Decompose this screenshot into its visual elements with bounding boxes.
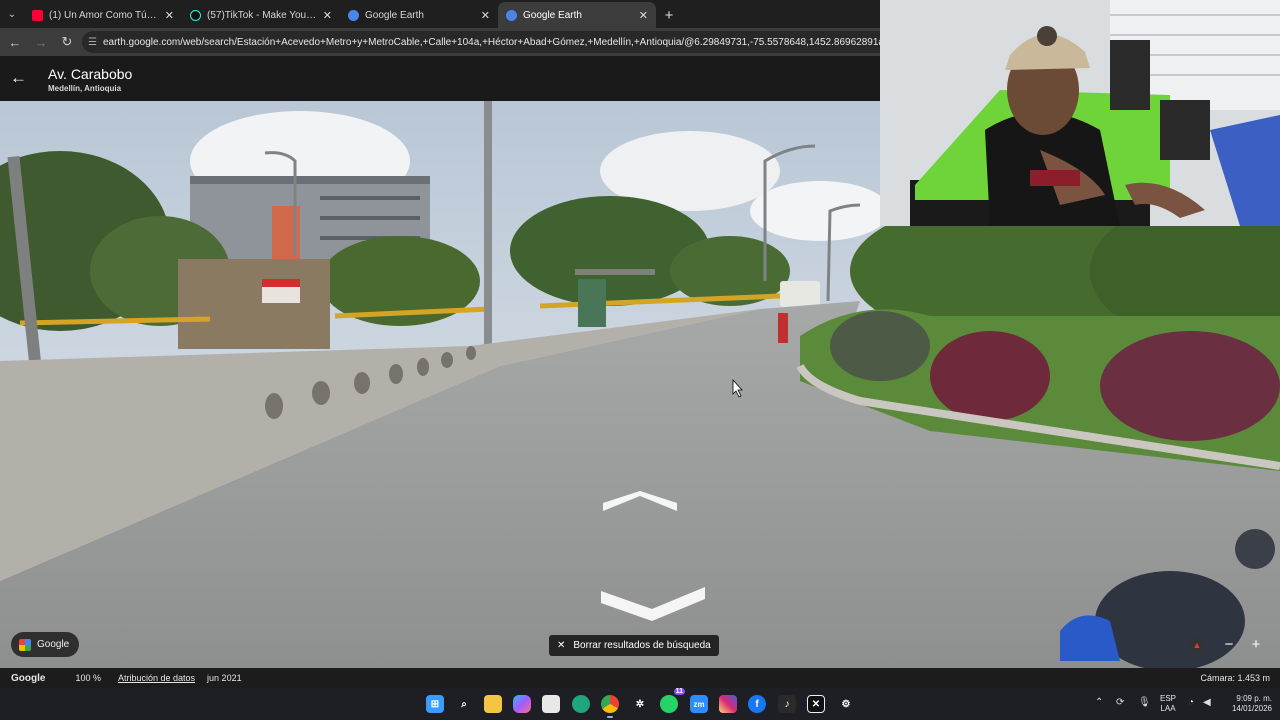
forward-button[interactable]: → <box>30 31 52 53</box>
sync-icon[interactable]: ⟳ <box>1116 697 1124 708</box>
google-chip-label: Google <box>37 639 70 650</box>
browser-tab-active[interactable]: Google Earth ✕ <box>498 2 656 28</box>
back-button[interactable]: ← <box>4 31 26 53</box>
zoom-out-button[interactable]: − <box>1218 636 1240 654</box>
tab-search-icon[interactable]: ⌄ <box>0 0 24 28</box>
close-tab-icon[interactable]: ✕ <box>165 9 174 22</box>
close-tab-icon[interactable]: ✕ <box>481 9 490 22</box>
google-earth-icon <box>348 9 359 21</box>
close-tab-icon[interactable]: ✕ <box>323 9 332 22</box>
copilot-icon[interactable] <box>513 695 531 713</box>
camera-altitude: Cámara: 1.453 m <box>1200 673 1270 683</box>
tab-title: (57)TikTok - Make Your Day <box>207 9 317 21</box>
browser-tab[interactable]: (1) Un Amor Como Tú (Clean V ✕ <box>24 2 182 28</box>
imagery-date: jun 2021 <box>207 673 242 683</box>
zoom-in-button[interactable]: + <box>1245 636 1267 654</box>
notification-badge: 11 <box>673 688 685 695</box>
facebook-icon[interactable]: f <box>748 695 766 713</box>
volume-icon[interactable]: ◀ <box>1203 697 1211 708</box>
tab-title: (1) Un Amor Como Tú (Clean V <box>49 9 159 21</box>
capcut-icon[interactable]: ✕ <box>807 695 825 713</box>
tab-title: Google Earth <box>365 9 424 21</box>
language-line2: LAA <box>1160 704 1176 713</box>
data-attribution-link[interactable]: Atribución de datos <box>118 673 195 683</box>
instagram-icon[interactable] <box>719 695 737 713</box>
new-tab-button[interactable]: + <box>656 2 682 28</box>
language-indicator[interactable]: ESP LAA <box>1160 694 1176 714</box>
wifi-icon[interactable]: ◔ <box>1188 697 1194 708</box>
windows-taskbar: ⊞ ⌕ ✲ 11 zm f ♪ ✕ ⚙ ⌃ ⟳ 🎙︎ ESP LAA ◔ ◀ 9… <box>0 688 1280 720</box>
zoom-icon[interactable]: zm <box>690 695 708 713</box>
settings-icon[interactable]: ⚙ <box>837 695 855 713</box>
tiktok-icon <box>190 9 201 21</box>
tab-title: Google Earth <box>523 9 582 21</box>
browser-tab[interactable]: (57)TikTok - Make Your Day ✕ <box>182 2 340 28</box>
chatgpt-icon[interactable]: ✲ <box>631 695 649 713</box>
url-text: earth.google.com/web/search/Estación+Ace… <box>102 36 880 48</box>
site-info-icon[interactable]: ☰ <box>88 37 97 48</box>
file-explorer-icon[interactable] <box>484 695 502 713</box>
place-subtitle: Medellín, Antioquia <box>48 84 122 93</box>
clock-time: 9:09 p. m. <box>1236 694 1272 703</box>
back-arrow-icon[interactable]: ← <box>10 68 27 88</box>
close-icon: ✕ <box>557 640 566 651</box>
chrome-icon[interactable] <box>601 695 619 718</box>
clock-date: 14/01/2026 <box>1231 704 1272 713</box>
search-icon[interactable]: ⌕ <box>455 695 473 713</box>
browser-toolbar: ← → ↻ ☰ earth.google.com/web/search/Esta… <box>0 28 880 56</box>
close-tab-icon[interactable]: ✕ <box>639 9 648 22</box>
place-header: ← Av. Carabobo Medellín, Antioquia <box>0 56 880 101</box>
whatsapp-icon[interactable]: 11 <box>660 688 685 713</box>
google-brand: Google <box>11 672 46 684</box>
webcam-feed <box>880 0 1280 226</box>
place-title: Av. Carabobo <box>48 66 133 82</box>
language-line1: ESP <box>1160 694 1177 703</box>
clock[interactable]: 9:09 p. m. 14/01/2026 <box>1222 694 1272 714</box>
earth-status-bar: Google 100 % Atribución de datos jun 202… <box>0 668 1280 688</box>
reload-button[interactable]: ↻ <box>56 31 78 53</box>
edge-icon[interactable] <box>572 695 590 713</box>
windows-start-icon[interactable]: ⊞ <box>426 695 444 713</box>
webcam-overlay <box>880 0 1280 226</box>
clear-search-label: Borrar resultados de búsqueda <box>573 640 711 651</box>
address-bar[interactable]: ☰ earth.google.com/web/search/Estación+A… <box>82 31 880 53</box>
google-logo-icon <box>19 638 31 651</box>
google-layers-button[interactable]: Google <box>11 632 80 657</box>
screen: ⌄ (1) Un Amor Como Tú (Clean V ✕ (57)Tik… <box>0 0 1280 720</box>
clear-search-button[interactable]: ✕ Borrar resultados de búsqueda <box>549 635 719 656</box>
microphone-icon[interactable]: 🎙︎ <box>1138 697 1151 708</box>
tiktok-icon[interactable]: ♪ <box>778 695 796 713</box>
compass-icon[interactable]: ▲ <box>1189 637 1205 653</box>
browser-tab[interactable]: Google Earth ✕ <box>340 2 498 28</box>
browser-tab-strip: ⌄ (1) Un Amor Como Tú (Clean V ✕ (57)Tik… <box>0 0 880 28</box>
youtube-icon <box>32 9 43 21</box>
google-earth-icon <box>506 9 517 21</box>
chevron-up-icon[interactable]: ⌃ <box>1095 697 1103 708</box>
microsoft-store-icon[interactable] <box>542 695 560 713</box>
zoom-level[interactable]: 100 % <box>75 673 101 683</box>
